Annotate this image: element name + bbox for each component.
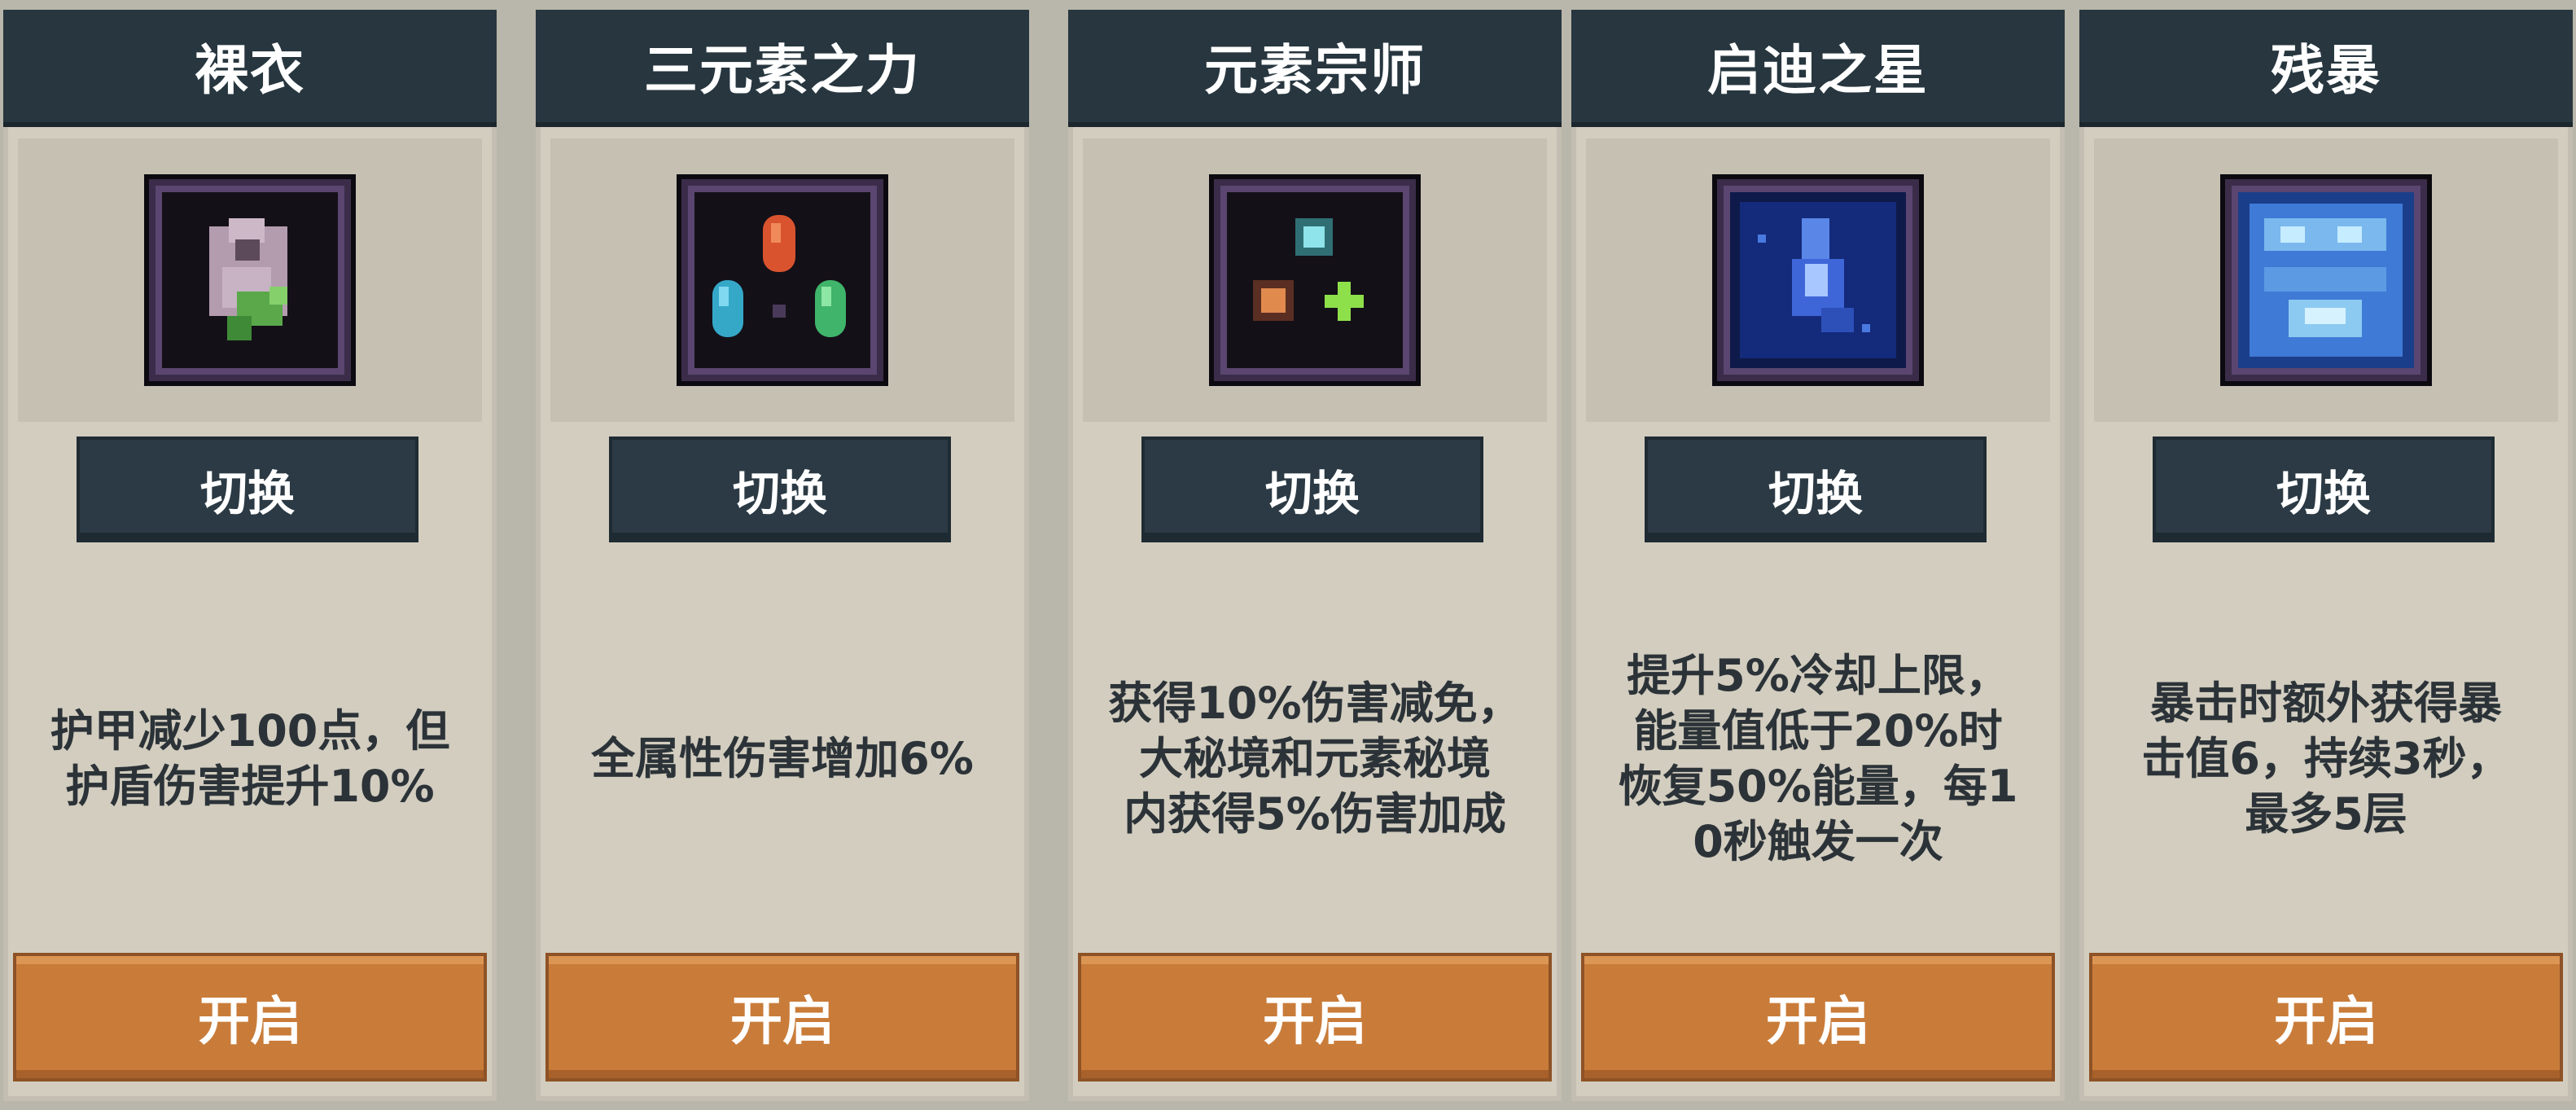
switch-button[interactable]: 切换 bbox=[80, 440, 415, 539]
card-title: 元素宗师 bbox=[1068, 10, 1562, 127]
enable-button[interactable]: 开启 bbox=[1584, 956, 2052, 1078]
talent-card: 残暴 切换 暴击时额外获得暴 击值6，持续3秒， 最多5层 开启 bbox=[2079, 10, 2573, 1101]
card-title: 启迪之星 bbox=[1571, 10, 2065, 127]
enlightenment-star-icon bbox=[1717, 179, 1919, 381]
naked-robe-icon bbox=[149, 179, 351, 381]
enable-button[interactable]: 开启 bbox=[16, 956, 484, 1078]
enable-button[interactable]: 开启 bbox=[2092, 956, 2560, 1078]
element-master-icon bbox=[1214, 179, 1416, 381]
enable-button[interactable]: 开启 bbox=[549, 956, 1016, 1078]
icon-well bbox=[1586, 138, 2050, 422]
talent-card: 元素宗师 切换 获得10%伤害减免， 大秘境和元素秘境 内获得5%伤害加成 开启 bbox=[1068, 10, 1562, 1101]
card-description: 提升5%冷却上限， 能量值低于20%时 恢复50%能量，每1 0秒触发一次 bbox=[1618, 650, 2018, 867]
card-title: 残暴 bbox=[2079, 10, 2573, 127]
three-element-crystals-icon bbox=[681, 179, 883, 381]
card-title: 三元素之力 bbox=[536, 10, 1029, 127]
icon-well bbox=[18, 138, 482, 422]
icon-well bbox=[550, 138, 1014, 422]
switch-button[interactable]: 切换 bbox=[2156, 440, 2491, 539]
talent-card: 启迪之星 切换 提升5%冷却上限， 能量值低于20%时 恢复50%能量，每1 0… bbox=[1571, 10, 2065, 1101]
icon-well bbox=[2094, 138, 2558, 422]
card-description: 获得10%伤害减免， 大秘境和元素秘境 内获得5%伤害加成 bbox=[1108, 678, 1522, 840]
switch-button[interactable]: 切换 bbox=[1648, 440, 1983, 539]
card-title: 裸衣 bbox=[3, 10, 497, 127]
brutality-icon bbox=[2225, 179, 2427, 381]
enable-button[interactable]: 开启 bbox=[1081, 956, 1549, 1078]
switch-button[interactable]: 切换 bbox=[612, 440, 948, 539]
card-description: 护甲减少100点，但 护盾伤害提升10% bbox=[50, 705, 450, 812]
talent-card: 裸衣 切换 护甲减少100点，但 护盾伤害提升10% 开启 bbox=[3, 10, 497, 1101]
icon-well bbox=[1083, 138, 1547, 422]
card-description: 全属性伤害增加6% bbox=[591, 733, 974, 784]
talent-card: 三元素之力 切换 全属性伤害增加6% 开启 bbox=[536, 10, 1029, 1101]
card-description: 暴击时额外获得暴 击值6，持续3秒， 最多5层 bbox=[2141, 678, 2511, 840]
switch-button[interactable]: 切换 bbox=[1145, 440, 1480, 539]
